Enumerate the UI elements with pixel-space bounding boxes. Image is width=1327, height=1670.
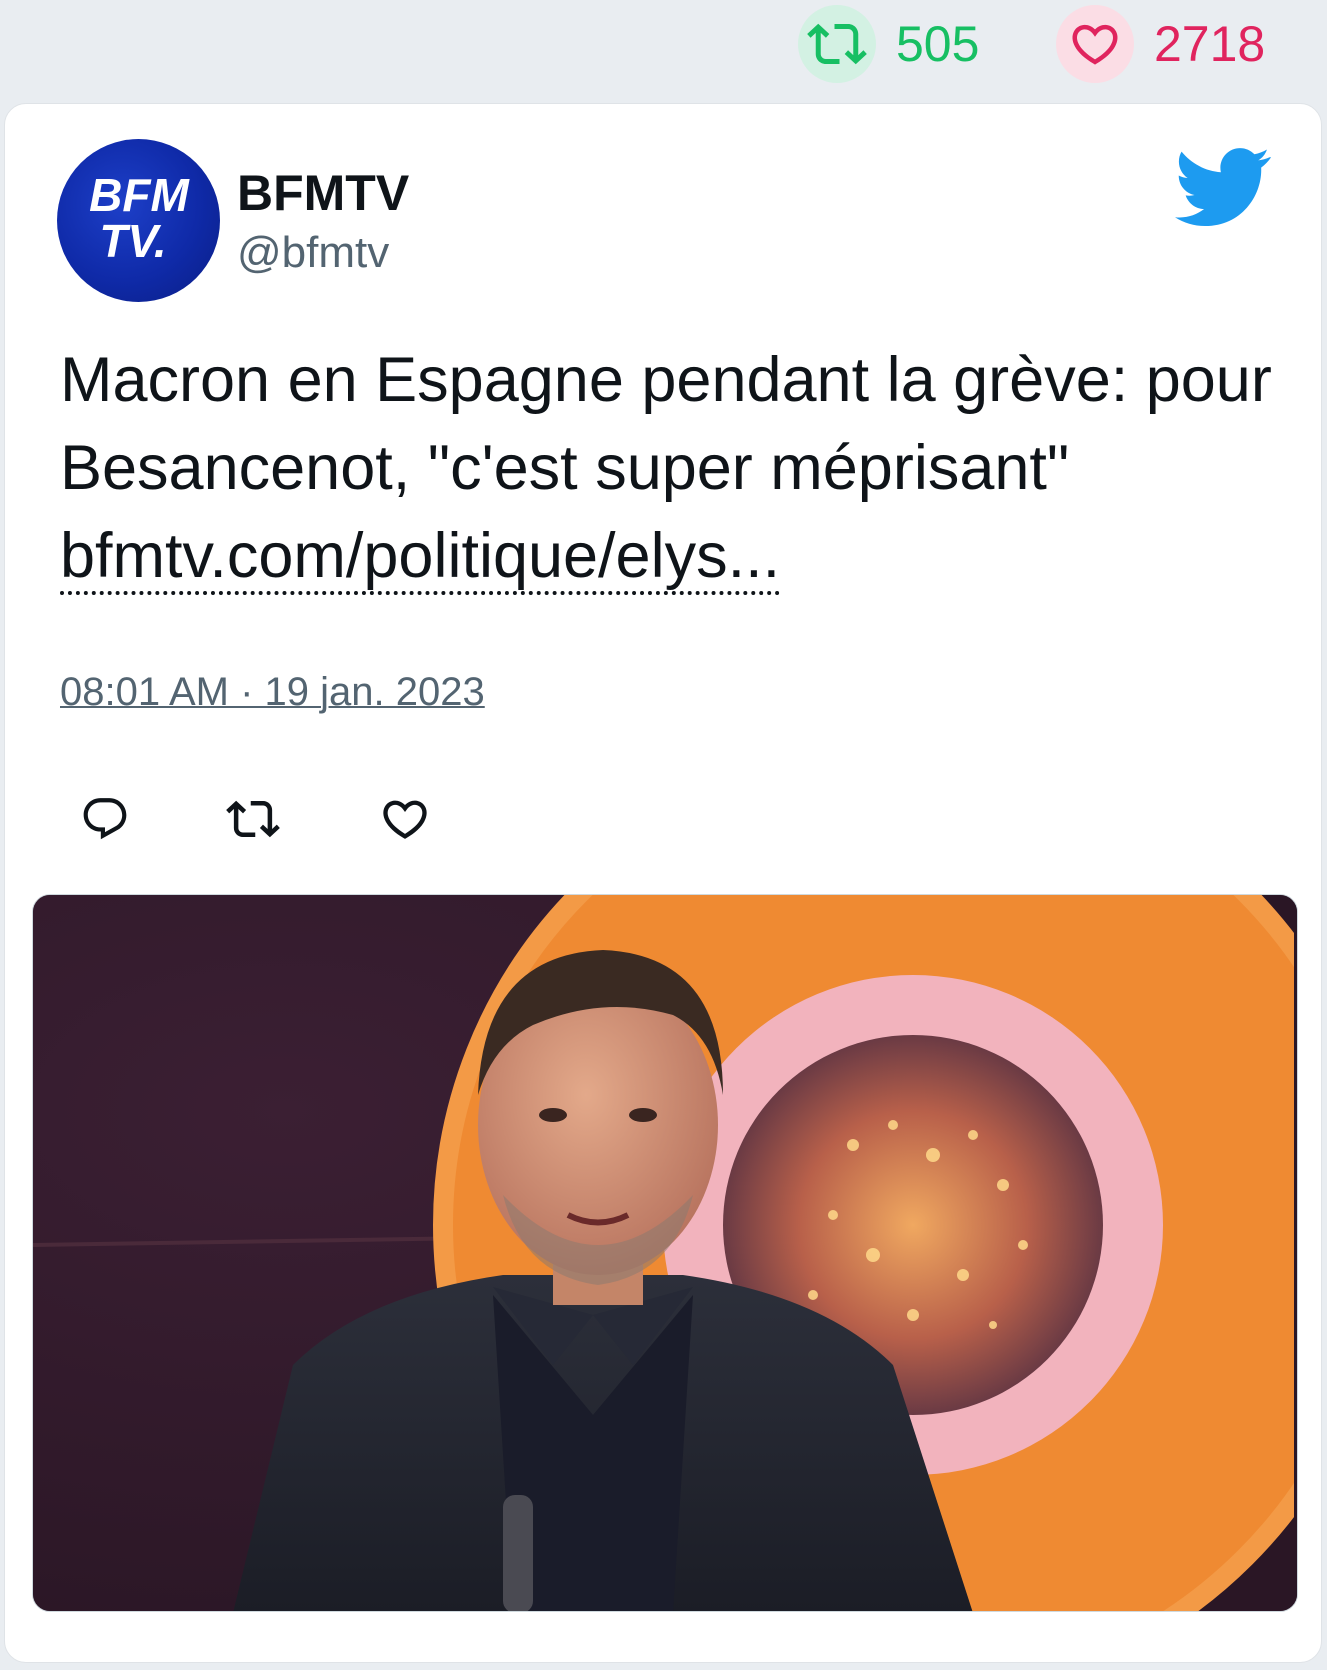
heart-icon	[1056, 5, 1134, 83]
tweet-link[interactable]: bfmtv.com/politique/elys...	[60, 521, 781, 595]
like-count-stat: 2718	[1056, 5, 1265, 83]
retweet-count: 505	[896, 16, 980, 72]
tweet-media-image[interactable]	[32, 894, 1298, 1612]
tweet-card: BFM TV. BFMTV @bfmtv Macron en Espagne p…	[4, 103, 1322, 1663]
display-name[interactable]: BFMTV	[237, 164, 409, 222]
heart-icon	[383, 800, 427, 839]
tweet-body: Macron en Espagne pendant la grève: pour…	[60, 345, 1272, 503]
like-count: 2718	[1154, 16, 1266, 72]
retweet-icon	[226, 800, 280, 838]
twitter-bird-icon[interactable]	[1175, 148, 1271, 228]
retweet-icon	[798, 5, 876, 83]
reply-button[interactable]	[75, 789, 135, 849]
tv-studio-photo	[33, 895, 1297, 1611]
engagement-stats-bar: 505 2718	[0, 0, 1327, 100]
tweet-timestamp[interactable]: 08:01 AM · 19 jan. 2023	[60, 670, 485, 715]
retweet-button[interactable]	[223, 789, 283, 849]
avatar-logo-line2: TV.	[99, 215, 166, 267]
reply-icon	[83, 798, 127, 840]
user-handle[interactable]: @bfmtv	[237, 228, 389, 278]
avatar-logo-line1: BFM	[89, 169, 190, 221]
avatar[interactable]: BFM TV.	[57, 139, 220, 302]
like-button[interactable]	[375, 789, 435, 849]
retweet-count-stat: 505	[798, 5, 979, 83]
tweet-text: Macron en Espagne pendant la grève: pour…	[60, 336, 1280, 600]
